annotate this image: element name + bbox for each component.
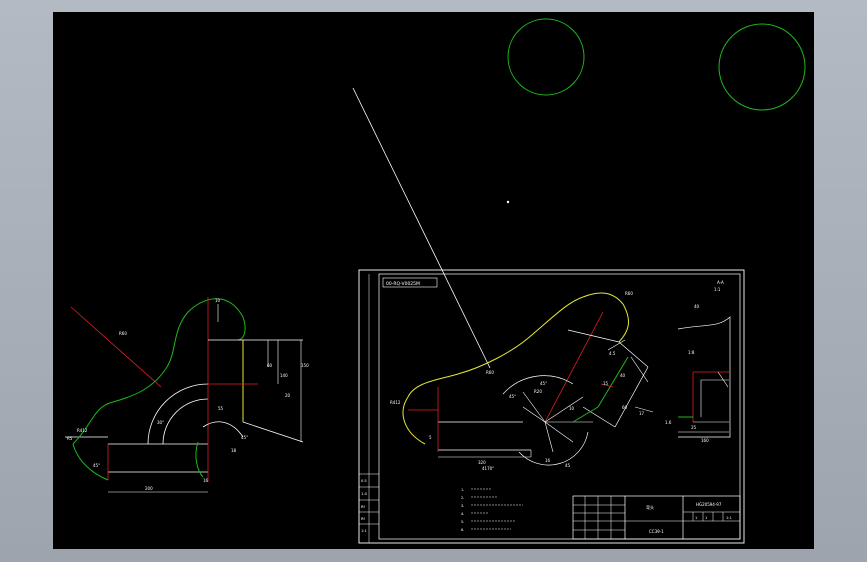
left-table-row-5: 1:1 <box>361 529 367 533</box>
sheet-dim-14: 60 <box>622 405 628 410</box>
drawing-sheet: 00-RQ-V0025M R60 R412 R60 45° R20 45° 5 … <box>358 269 745 544</box>
left-dim-8: 18 <box>231 448 237 453</box>
sheet-dim-2: R412 <box>390 400 401 405</box>
left-dim-9: 10 <box>215 298 221 303</box>
sheet-dim-7: 5 <box>429 435 432 440</box>
sheet-dim-9: 45 <box>565 463 571 468</box>
left-dim-7: 60 <box>267 363 273 368</box>
section-dim-5: 25 <box>691 425 697 430</box>
sheet-dim-5: R20 <box>534 389 542 394</box>
sheet-dim-1: R60 <box>625 291 633 296</box>
cad-canvas[interactable]: R60 R412 R5 45° 45° 30° 60 18 10 200 150… <box>53 12 814 549</box>
note-6: 6. <box>461 528 464 532</box>
title-drawing-no: CC39-1 <box>649 529 664 534</box>
circle-top-2 <box>718 23 806 111</box>
section-dim-4: 160 <box>701 438 709 443</box>
left-dim-5: 45° <box>241 435 248 440</box>
left-revision-table: 0.5 1-0 Rf Rf 1:1 <box>359 274 379 543</box>
sheet-dim-3: R60 <box>486 370 494 375</box>
left-dim-2: R412 <box>77 428 88 433</box>
left-table-row-2: 1-0 <box>361 492 368 496</box>
left-dim-10: 200 <box>145 486 153 491</box>
title-sheet: 1 <box>695 516 697 520</box>
left-dim-1: R60 <box>119 331 127 336</box>
sheet-dim-4: 45° <box>540 381 547 386</box>
section-view: A-A 1:1 40 1:8 1.6 160 25 <box>665 280 731 443</box>
sheet-dim-10: 10 <box>569 406 575 411</box>
sheet-dim-15: 320 <box>478 460 486 465</box>
left-table-row-4: Rf <box>361 517 365 521</box>
section-title: A-A <box>717 280 724 285</box>
title-block: HG20594-97 弯头 CC39-1 1 1 1:1 <box>572 495 741 540</box>
note-1: 1. <box>461 488 464 492</box>
left-dim-3: R5 <box>67 436 73 441</box>
sheet-dim-16: 4170° <box>482 466 494 471</box>
sheet-dim-17: 17 <box>639 411 645 416</box>
left-elbow-view: R60 R412 R5 45° 45° 30° 60 18 10 200 150… <box>65 297 309 493</box>
dot-marker <box>506 200 510 204</box>
sheet-dim-8: 16 <box>545 458 551 463</box>
left-table-row-1: 0.5 <box>361 479 367 483</box>
note-3: 3. <box>461 504 464 508</box>
title-scale: 1:1 <box>726 516 732 520</box>
section-dim-2: 1:8 <box>688 350 695 355</box>
section-scale: 1:1 <box>714 287 721 292</box>
leader-line <box>352 87 491 369</box>
sheet-label-text: 00-RQ-V0025M <box>386 281 420 287</box>
technical-notes: 1. 2. 3. 4. 5. 6. <box>461 488 523 532</box>
sheet-dim-12: 40 <box>620 373 626 378</box>
note-4: 4. <box>461 512 464 516</box>
section-dim-1: 40 <box>694 304 700 309</box>
note-2: 2. <box>461 496 464 500</box>
left-dim-12: 140 <box>280 373 288 378</box>
title-name: 弯头 <box>646 504 654 510</box>
circle-top-1 <box>507 18 585 96</box>
left-table-row-3: Rf <box>361 505 365 509</box>
sheet-dim-13: 15 <box>603 381 609 386</box>
left-dim-4: 45° <box>93 463 100 468</box>
left-dim-15: 55 <box>218 406 224 411</box>
title-code: HG20594-97 <box>696 502 722 507</box>
sheet-dim-6: 45° <box>509 394 516 399</box>
title-total: 1 <box>705 516 707 520</box>
left-dim-6: 30° <box>157 420 164 425</box>
left-dim-11: 150 <box>301 363 309 368</box>
note-5: 5. <box>461 520 464 524</box>
sheet-dim-11: 4.5 <box>609 351 616 356</box>
left-dim-14: 20 <box>285 393 291 398</box>
section-dim-3: 1.6 <box>665 420 672 425</box>
left-dim-13: 16 <box>203 478 209 483</box>
cad-drawing: R60 R412 R5 45° 45° 30° 60 18 10 200 150… <box>65 18 806 544</box>
